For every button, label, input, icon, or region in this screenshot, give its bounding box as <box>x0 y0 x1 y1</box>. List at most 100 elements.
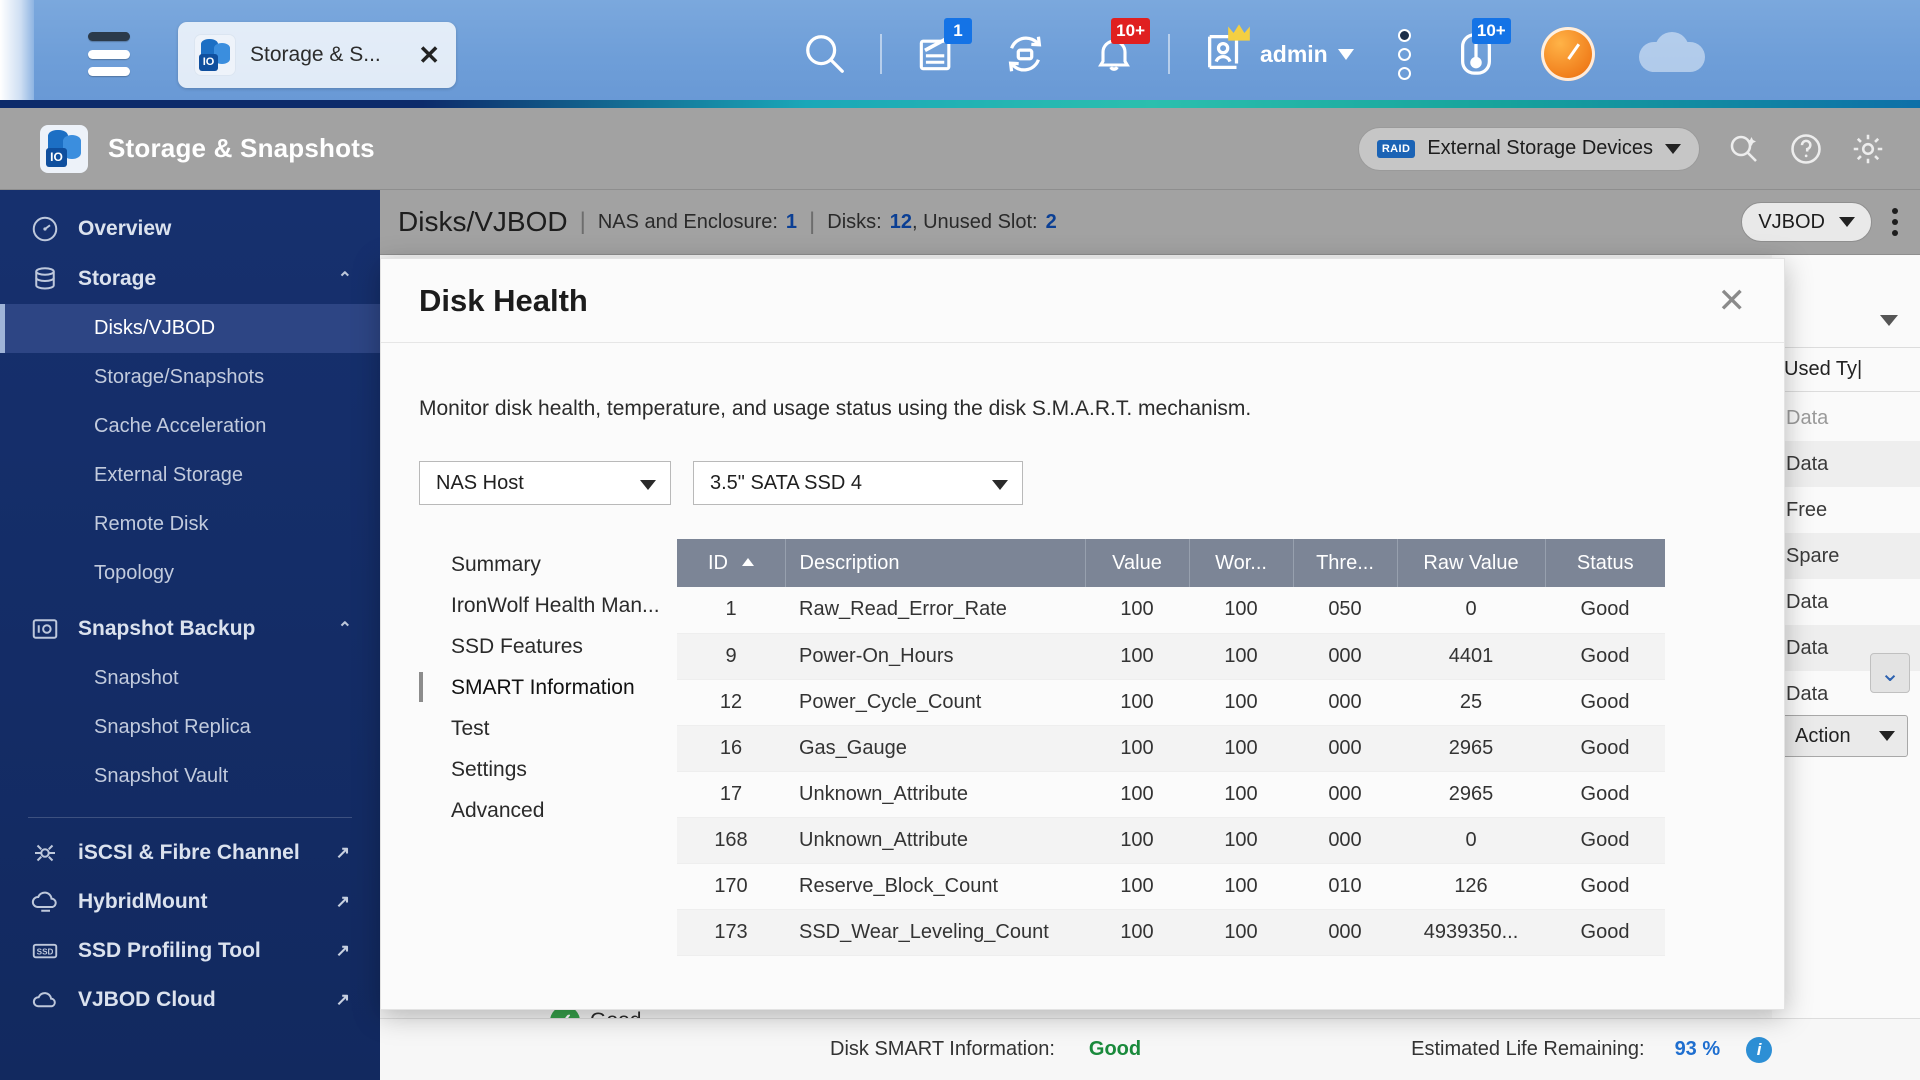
external-link-icon[interactable]: ↗ <box>336 990 350 1010</box>
close-icon[interactable]: ✕ <box>1718 284 1747 318</box>
sidebar-item-label: Remote Disk <box>94 513 209 535</box>
table-row[interactable]: 9 Power-On_Hours 100 100 000 4401 Good <box>677 633 1665 680</box>
disk-select[interactable]: 3.5" SATA SSD 4 <box>693 461 1023 505</box>
tab-close-icon[interactable]: ✕ <box>418 42 440 68</box>
cell-threshold: 000 <box>1293 633 1397 680</box>
cell-raw-value: 25 <box>1397 679 1545 726</box>
sidebar-item-remote-disk[interactable]: Remote Disk <box>0 500 380 549</box>
help-icon[interactable] <box>1788 131 1824 167</box>
cell-description: Unknown_Attribute <box>785 771 1085 818</box>
external-link-icon[interactable]: ↗ <box>336 892 350 912</box>
taskbar-app-tab[interactable]: IO Storage & S... ✕ <box>178 22 456 88</box>
action-button[interactable]: Action <box>1782 715 1908 757</box>
resource-monitor-badge: 10+ <box>1471 18 1511 44</box>
search-icon[interactable] <box>780 0 870 108</box>
raid-chip-icon: RAID <box>1376 139 1416 158</box>
user-menu-caret-icon[interactable] <box>1337 48 1354 60</box>
info-icon[interactable]: i <box>1746 1036 1773 1063</box>
status-strip: Disk SMART Information: Good Estimated L… <box>380 1018 1920 1080</box>
sidebar-item-iscsi-fibre-channel[interactable]: iSCSI & Fibre Channel ↗ <box>0 828 380 877</box>
external-link-icon[interactable]: ↗ <box>336 941 350 961</box>
unused-slot-value: 2 <box>1045 210 1057 233</box>
cell-threshold: 000 <box>1293 679 1397 726</box>
tab-title: Storage & S... <box>250 43 381 66</box>
sidebar-item-snapshot-vault[interactable]: Snapshot Vault <box>0 752 380 801</box>
column-header-value[interactable]: Value <box>1085 539 1190 587</box>
sidebar-item-snapshot-replica[interactable]: Snapshot Replica <box>0 703 380 752</box>
dialog-nav-advanced[interactable]: Advanced <box>419 793 677 829</box>
more-options-icon[interactable] <box>1376 0 1433 108</box>
table-row[interactable]: 168 Unknown_Attribute 100 100 000 0 Good <box>677 817 1665 864</box>
dialog-nav-ssd-features[interactable]: SSD Features <box>419 629 677 665</box>
sidebar-item-ssd-profiling-tool[interactable]: SSD SSD Profiling Tool ↗ <box>0 926 380 975</box>
disk-health-dialog: Disk Health ✕ Monitor disk health, tempe… <box>380 258 1785 1010</box>
chevron-down-icon[interactable] <box>992 480 1008 490</box>
external-storage-devices-button[interactable]: RAID External Storage Devices <box>1357 126 1700 171</box>
smart-information-value: Good <box>1088 1038 1142 1060</box>
cell-status: Good <box>1545 587 1665 634</box>
dialog-nav-test[interactable]: Test <box>419 711 677 747</box>
cell-value: 100 <box>1085 863 1189 910</box>
estimated-life-value: 93 % <box>1674 1038 1721 1060</box>
background-tasks-icon[interactable]: 1 <box>892 0 980 108</box>
cell-value: 100 <box>1085 679 1189 726</box>
qnap-cloud-icon[interactable] <box>1617 0 1727 108</box>
sidebar-item-label: iSCSI & Fibre Channel <box>78 840 300 864</box>
global-settings-icon[interactable] <box>1726 131 1762 167</box>
column-header-status[interactable]: Status <box>1545 539 1665 587</box>
sidebar-item-external-storage[interactable]: External Storage <box>0 451 380 500</box>
vjbod-selector[interactable]: VJBOD <box>1741 202 1872 242</box>
sidebar-item-storage-snapshots[interactable]: Storage/Snapshots <box>0 353 380 402</box>
used-type-column-header: Used Ty| <box>1772 347 1920 392</box>
dialog-nav-settings[interactable]: Settings <box>419 752 677 788</box>
notifications-badge: 10+ <box>1111 18 1150 44</box>
column-header-description[interactable]: Description <box>785 539 1086 587</box>
sidebar-item-label: Snapshot <box>94 667 179 689</box>
column-header-raw-value[interactable]: Raw Value <box>1397 539 1546 587</box>
dialog-nav-ironwolf-health-management[interactable]: IronWolf Health Man... <box>419 588 677 624</box>
table-row[interactable]: 173 SSD_Wear_Leveling_Count 100 100 000 … <box>677 909 1665 956</box>
table-row[interactable]: 1 Raw_Read_Error_Rate 100 100 050 0 Good <box>677 587 1665 634</box>
sidebar-item-hybridmount[interactable]: HybridMount ↗ <box>0 877 380 926</box>
chevron-up-icon[interactable]: ⌃ <box>338 269 352 289</box>
chevron-down-icon[interactable] <box>1879 731 1895 741</box>
sidebar-snapshot-backup-label: Snapshot Backup <box>78 617 256 640</box>
external-device-sync-icon[interactable] <box>980 0 1070 108</box>
user-menu[interactable]: admin <box>1180 0 1376 108</box>
external-link-icon[interactable]: ↗ <box>336 843 350 863</box>
sidebar-item-snapshot[interactable]: Snapshot <box>0 654 380 703</box>
resource-monitor-icon[interactable]: 10+ <box>1433 0 1519 108</box>
chevron-down-icon[interactable] <box>1839 217 1855 227</box>
sidebar-group-snapshot-backup[interactable]: Snapshot Backup ⌃ <box>0 604 380 654</box>
dialog-nav-summary[interactable]: Summary <box>419 547 677 583</box>
column-header-worst[interactable]: Wor... <box>1189 539 1294 587</box>
sidebar-item-cache-acceleration[interactable]: Cache Acceleration <box>0 402 380 451</box>
cell-worst: 100 <box>1189 587 1293 634</box>
cell-status: Good <box>1545 863 1665 910</box>
table-row[interactable]: 170 Reserve_Block_Count 100 100 010 126 … <box>677 863 1665 910</box>
table-row[interactable]: 17 Unknown_Attribute 100 100 000 2965 Go… <box>677 771 1665 818</box>
dialog-nav-smart-information[interactable]: SMART Information <box>419 670 677 706</box>
sidebar-item-overview[interactable]: Overview <box>0 204 380 254</box>
table-row[interactable]: 16 Gas_Gauge 100 100 000 2965 Good <box>677 725 1665 772</box>
iscsi-fibre-icon <box>35 844 55 861</box>
chevron-down-icon[interactable] <box>1665 143 1681 154</box>
chevron-down-icon[interactable] <box>640 480 656 490</box>
sidebar-item-topology[interactable]: Topology <box>0 549 380 598</box>
sidebar-item-disks-vjbod[interactable]: Disks/VJBOD <box>0 304 380 353</box>
hamburger-icon[interactable] <box>88 32 130 76</box>
more-actions-icon[interactable] <box>1892 208 1898 236</box>
column-dropdown-icon[interactable] <box>1880 315 1898 326</box>
column-header-threshold[interactable]: Thre... <box>1293 539 1398 587</box>
sidebar-group-storage[interactable]: Storage ⌃ <box>0 254 380 304</box>
sidebar-item-vjbod-cloud[interactable]: VJBOD Cloud ↗ <box>0 975 380 1024</box>
column-header-id[interactable]: ID <box>677 539 786 587</box>
settings-gear-icon[interactable] <box>1850 131 1886 167</box>
chevron-up-icon[interactable]: ⌃ <box>338 619 352 639</box>
cell-worst: 100 <box>1189 863 1293 910</box>
host-select[interactable]: NAS Host <box>419 461 671 505</box>
table-row[interactable]: 12 Power_Cycle_Count 100 100 000 25 Good <box>677 679 1665 726</box>
dashboard-speedometer-icon[interactable] <box>1519 0 1617 108</box>
notifications-bell-icon[interactable]: 10+ <box>1070 0 1158 108</box>
expand-down-icon[interactable]: ⌄ <box>1870 653 1910 693</box>
